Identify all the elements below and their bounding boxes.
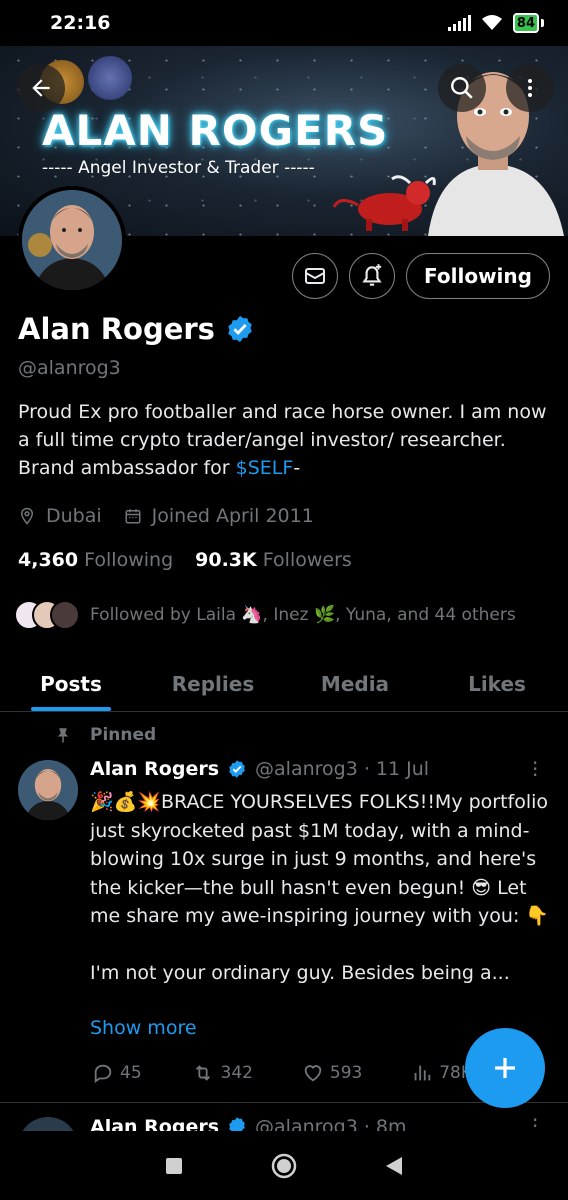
post-more-button[interactable]: · · [532, 1117, 538, 1131]
profile-tabs: Posts Replies Media Likes [0, 656, 568, 712]
avatar-image [22, 190, 122, 290]
tab-replies[interactable]: Replies [142, 656, 284, 711]
bio-end: - [293, 457, 301, 479]
followed-by-avatars [14, 600, 80, 630]
back-triangle-icon[interactable] [384, 1155, 404, 1177]
joined-text: Joined April 2011 [151, 505, 314, 527]
like-button[interactable]: 593 [302, 1062, 362, 1084]
search-button[interactable] [438, 64, 486, 112]
more-options-button[interactable] [506, 64, 554, 112]
notifications-button[interactable] [349, 253, 395, 299]
post-text: 🎉💰💥BRACE YOURSELVES FOLKS!!My portfolio … [90, 788, 550, 988]
reply-icon [94, 1064, 112, 1084]
pinned-indicator: Pinned [54, 725, 156, 745]
following-label: Following [84, 549, 174, 571]
reply-button[interactable]: 45 [92, 1062, 142, 1084]
post-actions: 45 342 593 78K [92, 1062, 472, 1084]
follow-counts: 4,360 Following 90.3K Followers [18, 549, 352, 571]
repost-button[interactable]: 342 [191, 1062, 253, 1084]
location: Dubai [18, 505, 102, 527]
heart-icon [304, 1065, 322, 1082]
home-icon[interactable] [270, 1152, 298, 1180]
following-button[interactable]: Following [406, 253, 550, 299]
following-count-link[interactable]: 4,360 Following [18, 549, 173, 571]
battery-level: 84 [516, 15, 535, 31]
back-button[interactable] [17, 64, 65, 112]
battery-icon: 84 [512, 13, 544, 33]
location-pin-icon [20, 507, 34, 525]
verified-badge-icon [229, 760, 245, 778]
verified-badge-icon[interactable] [225, 314, 255, 344]
search-icon [451, 77, 473, 99]
post-handle-date: @alanrog3 · 8m [255, 1116, 407, 1131]
joined-date: Joined April 2011 [124, 505, 314, 527]
cashtag-link[interactable]: $SELF [236, 457, 294, 479]
bell-plus-icon [362, 264, 382, 286]
profile-name: Alan Rogers [18, 312, 215, 346]
profile-meta: Dubai Joined April 2011 [18, 505, 314, 527]
repost-icon [195, 1065, 210, 1081]
post-divider [0, 1102, 568, 1103]
recents-icon[interactable] [164, 1156, 184, 1176]
pinned-label: Pinned [90, 725, 157, 745]
location-text: Dubai [46, 505, 102, 527]
status-bar: 22:16 84 [0, 0, 568, 46]
tab-posts[interactable]: Posts [0, 656, 142, 711]
system-navigation-bar [0, 1131, 568, 1200]
tab-likes[interactable]: Likes [426, 656, 568, 711]
followed-by-row[interactable]: Followed by Laila 🦄, Inez 🌿, Yuna, and 4… [14, 600, 516, 630]
signal-icon [447, 15, 471, 31]
followers-count: 90.3K [195, 549, 257, 571]
banner-title: ALAN ROGERS [42, 106, 389, 155]
plus-icon [495, 1058, 515, 1078]
views-button[interactable]: 78K [411, 1062, 472, 1084]
post-text-content: 🎉💰💥BRACE YOURSELVES FOLKS!!My portfolio … [90, 791, 550, 984]
followed-by-text: Followed by Laila 🦄, Inez 🌿, Yuna, and 4… [90, 605, 516, 625]
profile-name-row: Alan Rogers [18, 312, 255, 346]
status-icons: 84 [447, 13, 544, 33]
like-count: 593 [329, 1063, 363, 1083]
repost-count: 342 [220, 1063, 253, 1083]
calendar-icon [125, 509, 141, 524]
tab-media[interactable]: Media [284, 656, 426, 711]
post-author[interactable]: Alan Rogers [90, 758, 219, 780]
pin-icon [57, 728, 69, 743]
envelope-icon [305, 268, 325, 284]
profile-handle: @alanrog3 [18, 357, 121, 379]
banner-subtitle: ----- Angel Investor & Trader ----- [42, 158, 315, 178]
reply-count: 45 [120, 1063, 142, 1083]
post-avatar[interactable] [18, 760, 78, 820]
followers-label: Followers [262, 549, 352, 571]
profile-avatar[interactable] [18, 186, 126, 294]
profile-bio: Proud Ex pro footballer and race horse o… [18, 398, 548, 482]
ethereum-coin-icon [88, 56, 132, 100]
verified-badge-icon [229, 1117, 245, 1131]
show-more-link[interactable]: Show more [90, 1017, 197, 1039]
message-button[interactable] [292, 253, 338, 299]
more-vertical-icon [528, 79, 532, 97]
arrow-left-icon [32, 79, 50, 97]
following-count: 4,360 [18, 549, 79, 571]
follower-avatar [50, 600, 80, 630]
post-handle-date: @alanrog3 · 11 Jul [255, 758, 430, 780]
post-header: Alan Rogers @alanrog3 · 11 Jul [90, 758, 429, 780]
post-author[interactable]: Alan Rogers [90, 1116, 219, 1131]
post-avatar-image [18, 760, 78, 820]
analytics-icon [414, 1065, 431, 1081]
followers-count-link[interactable]: 90.3K Followers [195, 549, 352, 571]
compose-button[interactable] [465, 1028, 545, 1108]
wifi-icon [481, 15, 502, 30]
post-header: Alan Rogers @alanrog3 · 8m [90, 1116, 407, 1131]
post-more-button[interactable]: · · · [532, 753, 538, 785]
status-time: 22:16 [50, 12, 111, 34]
